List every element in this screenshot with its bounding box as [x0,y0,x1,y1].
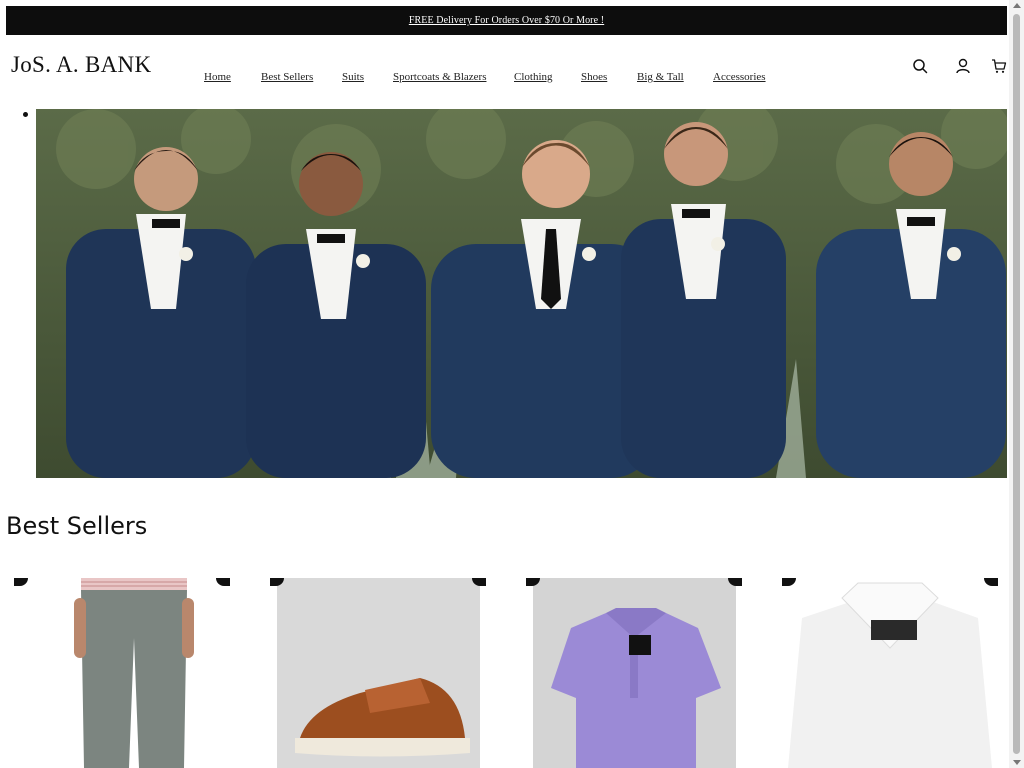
page-scrollbar[interactable] [1009,0,1024,768]
promo-link[interactable]: FREE Delivery For Orders Over $70 Or Mor… [409,15,604,26]
product-image [277,578,480,768]
product-card[interactable] [270,578,486,768]
nav-item-sportcoats-blazers[interactable]: Sportcoats & Blazers [393,71,486,83]
main-nav: Home Best Sellers Suits Sportcoats & Bla… [0,71,1024,85]
product-image [533,578,736,768]
scroll-down-icon[interactable] [1013,760,1021,765]
product-card[interactable] [782,578,998,768]
cart-icon[interactable] [989,56,1009,76]
best-sellers-title: Best Sellers [6,512,148,540]
nav-item-best-sellers[interactable]: Best Sellers [261,71,313,83]
account-icon[interactable] [953,56,973,76]
hero-banner[interactable] [36,109,1007,478]
nav-item-big-tall[interactable]: Big & Tall [637,71,684,83]
nav-item-home[interactable]: Home [204,71,231,83]
product-card[interactable] [14,578,230,768]
product-image [782,578,998,768]
carousel-bullet [23,112,28,117]
nav-item-suits[interactable]: Suits [342,71,364,83]
nav-item-clothing[interactable]: Clothing [514,71,553,83]
search-icon[interactable] [910,56,930,76]
hero-image [36,109,1007,478]
scroll-up-icon[interactable] [1013,3,1021,8]
scrollbar-thumb[interactable] [1013,14,1020,754]
promo-bar: FREE Delivery For Orders Over $70 Or Mor… [6,6,1007,35]
product-card[interactable] [526,578,742,768]
nav-item-accessories[interactable]: Accessories [713,71,766,83]
product-image [14,578,230,768]
nav-item-shoes[interactable]: Shoes [581,71,607,83]
